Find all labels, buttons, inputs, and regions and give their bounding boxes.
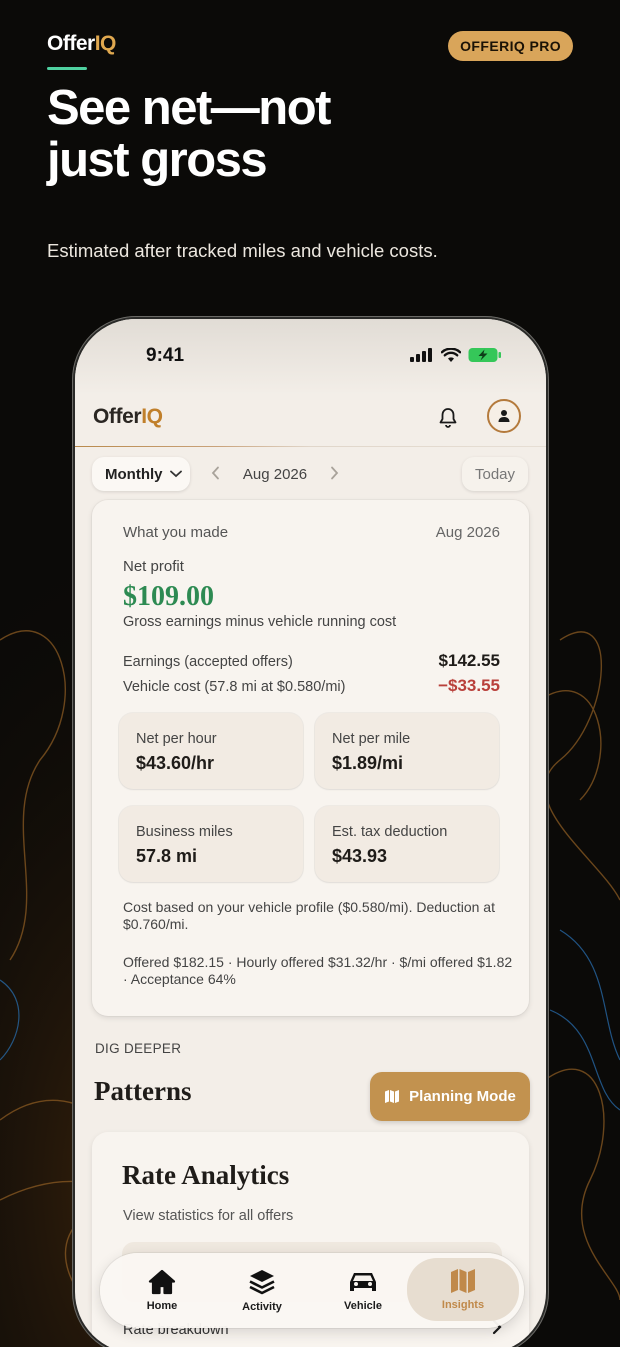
tile-label: Net per mile xyxy=(332,731,411,747)
tab-bar: Home Activity Vehicle Insights xyxy=(100,1253,524,1328)
tile-value: 57.8 mi xyxy=(136,846,198,866)
tab-home-label: Home xyxy=(146,1300,178,1312)
net-profit-card: What you made Aug 2026 Net profit $109.0… xyxy=(92,500,529,1016)
tab-activity-label: Activity xyxy=(242,1301,282,1313)
tab-home[interactable]: Home xyxy=(112,1253,212,1328)
map-icon xyxy=(451,1269,475,1293)
vehicle-cost-label: Vehicle cost (57.8 mi at $0.580/mi) xyxy=(123,679,346,695)
brand-logo: OfferIQ xyxy=(47,32,116,55)
card-period: Aug 2026 xyxy=(435,524,500,541)
layers-icon xyxy=(249,1270,275,1295)
signal-icon xyxy=(410,348,432,362)
tile-value: $43.60/hr xyxy=(136,753,215,773)
profile-avatar-button[interactable] xyxy=(487,399,521,433)
net-per-mile-tile: Net per mile $1.89/mi xyxy=(315,713,499,789)
period-selector[interactable]: Monthly xyxy=(92,457,190,491)
section-kicker: DIG DEEPER xyxy=(95,1041,182,1056)
today-button[interactable]: Today xyxy=(462,457,528,491)
headline-line-1: See net—not xyxy=(47,81,331,135)
tab-insights[interactable]: Insights xyxy=(407,1258,519,1321)
headline: See net—not just gross xyxy=(47,82,567,186)
net-per-hour-tile: Net per hour $43.60/hr xyxy=(119,713,303,789)
subhead: Estimated after tracked miles and vehicl… xyxy=(47,240,438,261)
wifi-icon xyxy=(441,347,461,362)
month-navigator: Aug 2026 xyxy=(203,457,347,491)
rate-analytics-title: Rate Analytics xyxy=(122,1160,290,1190)
next-month-button[interactable] xyxy=(330,464,339,485)
map-icon xyxy=(385,1090,400,1103)
tab-vehicle[interactable]: Vehicle xyxy=(313,1253,413,1328)
tile-value: $1.89/mi xyxy=(332,753,404,773)
status-bar: 9:41 xyxy=(75,319,546,395)
net-profit-value: $109.00 xyxy=(123,581,214,612)
business-miles-tile: Business miles 57.8 mi xyxy=(119,806,303,882)
tile-label: Business miles xyxy=(136,824,233,840)
planning-mode-label: Planning Mode xyxy=(409,1088,516,1105)
battery-charging-icon xyxy=(468,348,501,362)
tile-label: Net per hour xyxy=(136,731,217,747)
current-month-label: Aug 2026 xyxy=(242,465,308,483)
planning-mode-button[interactable]: Planning Mode xyxy=(370,1072,530,1121)
pro-badge: OFFERIQ PRO xyxy=(448,31,573,61)
app-bar-divider xyxy=(75,446,546,447)
bell-icon xyxy=(439,408,457,428)
chevron-right-icon xyxy=(331,466,339,479)
house-icon xyxy=(148,1269,176,1295)
car-icon xyxy=(350,1273,376,1291)
chevron-down-icon xyxy=(169,470,182,478)
status-icons xyxy=(410,347,502,363)
phone-screen: 9:41 OfferIQ Monthly Aug 2026 Today What… xyxy=(75,319,546,1347)
period-selector-label: Monthly xyxy=(105,465,163,483)
net-profit-description: Gross earnings minus vehicle running cos… xyxy=(123,614,397,630)
status-time: 9:41 xyxy=(146,345,185,366)
person-icon xyxy=(498,410,510,422)
headline-line-2: just gross xyxy=(47,133,268,187)
chevron-left-icon xyxy=(211,466,219,479)
card-title: What you made xyxy=(123,524,229,541)
previous-month-button[interactable] xyxy=(211,464,220,485)
earnings-value: $142.55 xyxy=(438,651,500,670)
brand-underline xyxy=(47,67,87,70)
tile-label: Est. tax deduction xyxy=(332,824,448,840)
app-logo: OfferIQ xyxy=(93,405,163,428)
cost-basis-note: Cost based on your vehicle profile ($0.5… xyxy=(123,899,495,932)
tab-insights-label: Insights xyxy=(441,1299,485,1311)
phone-frame: 9:41 OfferIQ Monthly Aug 2026 Today What… xyxy=(72,316,549,1347)
net-profit-label: Net profit xyxy=(123,558,184,575)
app-bar: OfferIQ xyxy=(75,395,546,448)
tab-activity[interactable]: Activity xyxy=(212,1253,312,1328)
period-row: Monthly Aug 2026 Today xyxy=(75,457,546,491)
offered-stats-note: Offered $182.15 · Hourly offered $31.32/… xyxy=(123,954,513,987)
earnings-label: Earnings (accepted offers) xyxy=(123,654,293,670)
rate-analytics-subtitle: View statistics for all offers xyxy=(123,1208,294,1224)
tax-deduction-tile: Est. tax deduction $43.93 xyxy=(315,806,499,882)
notifications-button[interactable] xyxy=(438,407,458,434)
tile-value: $43.93 xyxy=(332,846,388,866)
section-title: Patterns xyxy=(94,1076,192,1106)
tab-vehicle-label: Vehicle xyxy=(344,1300,382,1312)
vehicle-cost-value: −$33.55 xyxy=(438,676,500,695)
